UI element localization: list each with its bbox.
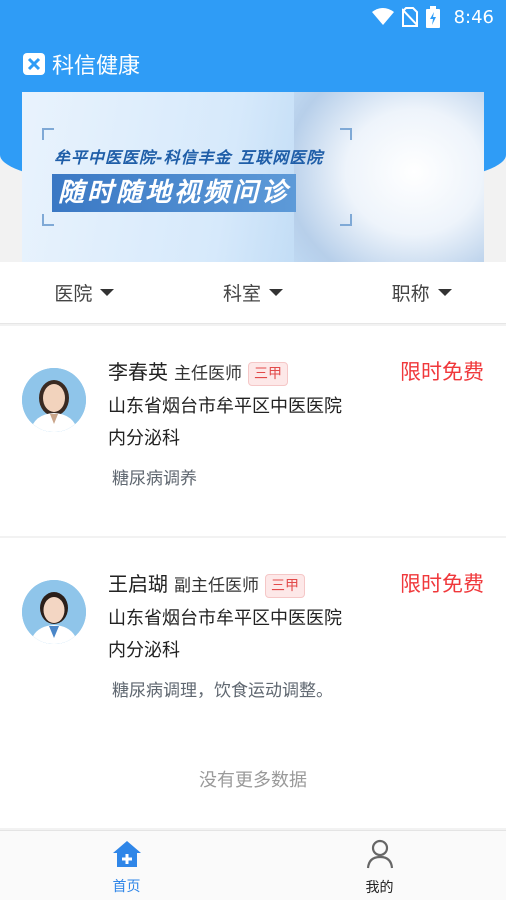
caret-down-icon — [269, 289, 284, 296]
doctor-name: 王启瑚 — [108, 572, 168, 596]
battery-charging-icon — [425, 6, 440, 28]
tab-label: 我的 — [365, 879, 394, 896]
caret-down-icon — [437, 289, 452, 296]
filter-hospital[interactable]: 医院 — [0, 262, 169, 323]
filter-bar: 医院 科室 职称 — [0, 262, 506, 324]
caret-down-icon — [100, 289, 115, 296]
doctor-department: 内分泌科 — [108, 428, 180, 449]
doctor-title: 副主任医师 — [174, 576, 259, 596]
filter-label: 职称 — [391, 283, 430, 305]
bottom-tab-bar: 首页 我的 — [0, 830, 506, 900]
doctor-department: 内分泌科 — [108, 640, 180, 661]
doctor-title: 主任医师 — [174, 364, 242, 384]
consult-price: 限时免费 — [400, 572, 484, 596]
banner-subtitle: 牟平中医医院-科信丰金 互联网医院 — [54, 148, 324, 167]
promo-banner[interactable]: 牟平中医医院-科信丰金 互联网医院 随时随地视频问诊 — [22, 92, 484, 262]
app-header: 科信健康 — [22, 48, 140, 80]
hospital-grade-badge: 三甲 — [265, 573, 305, 598]
consult-price: 限时免费 — [400, 360, 484, 384]
doctor-avatar — [22, 368, 86, 432]
doctor-hospital: 山东省烟台市牟平区中医医院 — [108, 396, 342, 417]
doctor-name-row: 李春英 主任医师 三甲 — [108, 356, 288, 386]
doctor-name: 李春英 — [108, 360, 168, 384]
filter-department[interactable]: 科室 — [169, 262, 338, 323]
app-title: 科信健康 — [52, 54, 141, 79]
doctor-specialty: 糖尿病调养 — [112, 469, 197, 489]
status-time: 8:46 — [453, 6, 494, 28]
filter-title[interactable]: 职称 — [337, 262, 506, 323]
status-bar: 8:46 — [0, 0, 506, 34]
home-plus-icon — [112, 840, 142, 872]
banner-headline: 随时随地视频问诊 — [52, 174, 297, 212]
list-end-message: 没有更多数据 — [199, 770, 307, 791]
tab-label: 首页 — [112, 878, 141, 895]
wifi-icon — [371, 8, 394, 26]
doctor-avatar — [22, 580, 86, 644]
person-icon — [366, 839, 394, 873]
hospital-grade-badge: 三甲 — [248, 361, 288, 386]
filter-label: 医院 — [54, 283, 93, 305]
no-sim-icon — [401, 7, 418, 27]
tab-profile[interactable]: 我的 — [253, 831, 506, 900]
app-logo-icon — [22, 52, 46, 76]
doctor-card[interactable]: 李春英 主任医师 三甲 限时免费 山东省烟台市牟平区中医医院 内分泌科 糖尿病调养 — [0, 326, 506, 536]
doctor-name-row: 王启瑚 副主任医师 三甲 — [108, 568, 305, 598]
filter-label: 科室 — [223, 283, 262, 305]
doctor-card[interactable]: 王启瑚 副主任医师 三甲 限时免费 山东省烟台市牟平区中医医院 内分泌科 糖尿病调理… — [0, 538, 506, 828]
doctor-specialty: 糖尿病调理，饮食运动调整。 — [112, 681, 333, 701]
doctor-hospital: 山东省烟台市牟平区中医医院 — [108, 608, 342, 629]
tab-home[interactable]: 首页 — [0, 831, 253, 900]
